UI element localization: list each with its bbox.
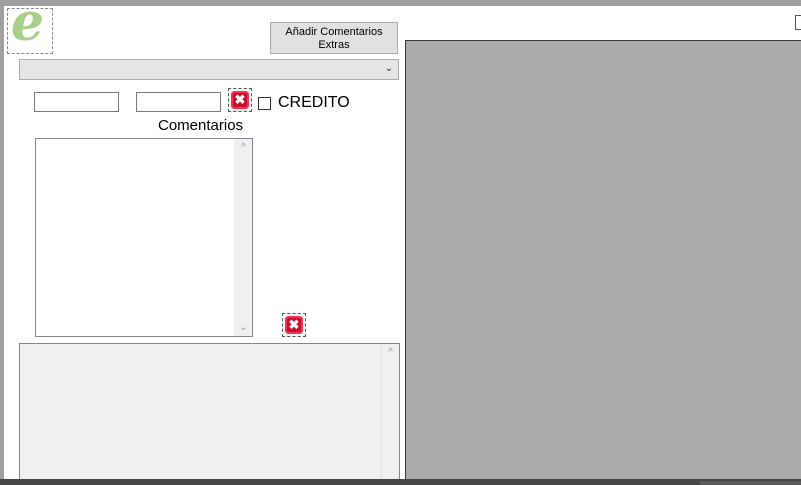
credito-checkbox[interactable] xyxy=(258,97,271,110)
corner-control[interactable] xyxy=(795,15,801,30)
options-combobox[interactable]: ⌄ xyxy=(19,59,399,80)
taskbar-strip-right xyxy=(700,481,801,485)
credito-label[interactable]: CREDITO xyxy=(278,94,350,112)
taskbar-strip xyxy=(0,479,801,485)
extra-comments-panel[interactable]: ^ xyxy=(19,343,400,479)
form-client-area: e Añadir Comentarios Extras ⌄ ✖ CREDITO … xyxy=(4,6,801,479)
comments-scrollbar[interactable]: ^ ⌄ xyxy=(234,139,252,336)
field-1-input[interactable] xyxy=(34,92,119,112)
scroll-down-icon[interactable]: ⌄ xyxy=(235,319,252,336)
logo-picture: e xyxy=(7,6,53,54)
logo-glyph: e xyxy=(11,6,45,53)
comments-textarea[interactable]: ^ ⌄ xyxy=(35,138,253,337)
chevron-down-icon[interactable]: ⌄ xyxy=(383,63,395,75)
scroll-up-icon[interactable]: ^ xyxy=(382,344,399,361)
clear-fields-button[interactable]: ✖ xyxy=(228,88,252,112)
clear-comments-button[interactable]: ✖ xyxy=(282,313,306,337)
field-2-input[interactable] xyxy=(136,92,221,112)
panel-scrollbar[interactable]: ^ xyxy=(381,344,399,479)
close-icon: ✖ xyxy=(285,316,303,334)
preview-area xyxy=(405,40,801,479)
scroll-up-icon[interactable]: ^ xyxy=(235,139,252,156)
comments-label: Comentarios xyxy=(158,117,244,134)
add-extra-comments-button[interactable]: Añadir Comentarios Extras xyxy=(270,22,398,54)
close-icon: ✖ xyxy=(231,91,249,109)
